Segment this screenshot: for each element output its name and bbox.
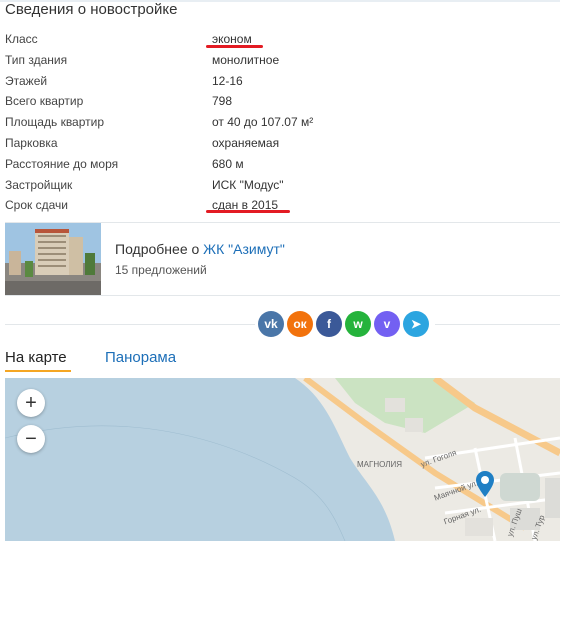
spec-label: Класс — [5, 32, 38, 46]
spec-value: 12-16 — [212, 73, 243, 88]
odnoklassniki-icon[interactable]: ок — [287, 311, 313, 337]
section-title: Сведения о новостройке — [5, 1, 178, 18]
spec-row: Расстояние до моря 680 м — [5, 154, 560, 175]
spec-row: Этажей 12-16 — [5, 71, 560, 92]
zoom-in-button[interactable]: + — [17, 389, 45, 417]
vk-icon[interactable]: vk — [258, 311, 284, 337]
class-highlight-underline — [206, 45, 263, 48]
spec-row: Срок сдачи сдан в 2015 — [5, 195, 560, 216]
spec-row: Всего квартир 798 — [5, 91, 560, 112]
facebook-icon[interactable]: f — [316, 311, 342, 337]
complex-link[interactable]: ЖК "Азимут" — [203, 241, 285, 257]
complex-card-prefix: Подробнее о — [115, 241, 204, 257]
spec-value: охраняемая — [212, 135, 280, 150]
deadline-highlight-underline — [206, 210, 290, 213]
specs-table: Класс эконом Тип здания монолитное Этажей 1… — [5, 29, 560, 216]
spec-label: Тип здания — [5, 52, 68, 67]
spec-value: 798 — [212, 94, 233, 109]
spec-row: Площадь квартир от 40 до 107.07 м² — [5, 112, 560, 133]
spec-row: Парковка охраняемая — [5, 133, 560, 154]
whatsapp-icon[interactable]: w — [345, 311, 371, 337]
tab-map[interactable]: На карте — [5, 349, 67, 366]
spec-value: 680 м — [212, 156, 244, 171]
spec-value: монолитное — [212, 52, 280, 67]
spec-label: Этажей — [5, 73, 48, 88]
map-label-district: МАГНОЛИЯ — [357, 460, 403, 469]
viber-icon[interactable]: v — [374, 311, 400, 337]
spec-label: Всего квартир — [5, 94, 84, 109]
spec-label: Площадь квартир — [5, 115, 105, 130]
spec-value: ИСК "Модус" — [212, 177, 284, 192]
map-canvas — [5, 378, 560, 541]
share-divider-left — [5, 324, 255, 325]
active-tab-indicator — [5, 370, 71, 372]
spec-value: сдан в 2015 — [212, 198, 279, 213]
spec-label: Парковка — [5, 135, 58, 150]
share-divider-right — [435, 324, 560, 325]
complex-card[interactable]: Подробнее о ЖК "Азимут" 15 предложений — [5, 222, 560, 296]
spec-row: Тип здания монолитное — [5, 50, 560, 71]
map-view[interactable]: + − МАГНОЛИЯ ул. Гоголя Маячной ул. Горн… — [5, 378, 560, 541]
tab-panorama[interactable]: Панорама — [105, 349, 176, 366]
telegram-icon[interactable]: ➤ — [403, 311, 429, 337]
complex-thumbnail[interactable] — [5, 223, 101, 295]
offers-count: 15 предложений — [115, 263, 207, 277]
spec-label: Расстояние до моря — [5, 156, 119, 171]
location-marker-icon[interactable] — [475, 470, 495, 498]
zoom-out-button[interactable]: − — [17, 425, 45, 453]
spec-label: Срок сдачи — [5, 198, 68, 213]
spec-row: Застройщик ИСК "Модус" — [5, 175, 560, 196]
share-buttons: vk ок f w v ➤ — [258, 311, 429, 337]
spec-value: от 40 до 107.07 м² — [212, 115, 314, 130]
spec-row: Класс эконом — [5, 29, 560, 50]
complex-card-title: Подробнее о ЖК "Азимут" — [115, 241, 285, 257]
spec-label: Застройщик — [5, 177, 73, 192]
